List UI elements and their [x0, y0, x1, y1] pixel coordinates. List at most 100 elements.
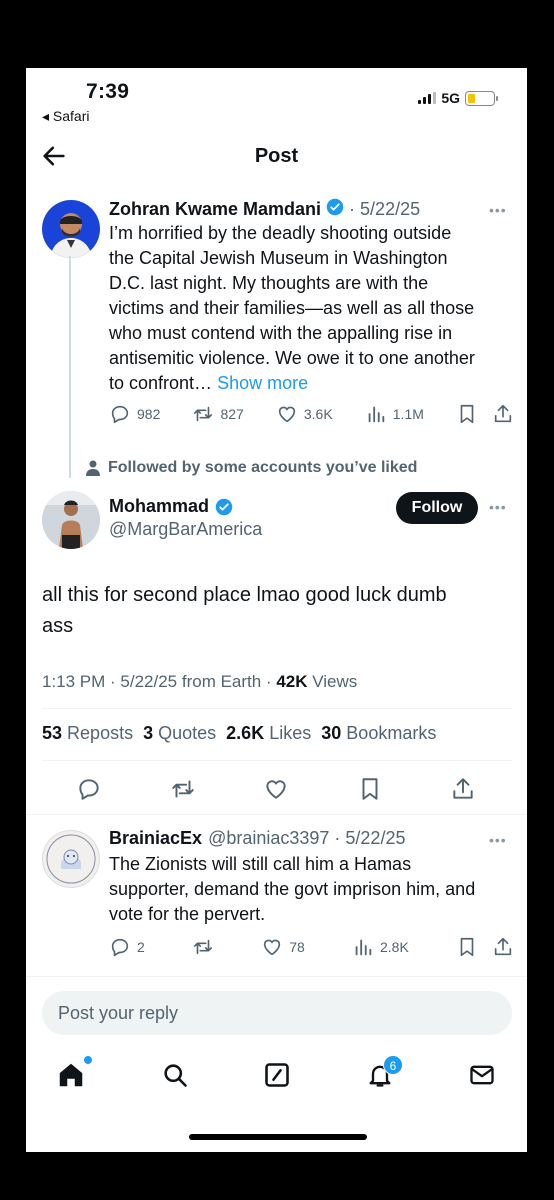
quotes-stat[interactable]: 3 Quotes — [143, 723, 216, 744]
share-icon[interactable] — [492, 936, 514, 958]
more-options-icon[interactable]: ••• — [489, 202, 507, 218]
author-name[interactable]: Zohran Kwame Mamdani — [109, 199, 321, 220]
network-label: 5G — [441, 90, 460, 106]
more-options-icon[interactable]: ••• — [489, 832, 507, 848]
reply-button[interactable]: 982 — [109, 403, 160, 425]
heart-icon — [264, 939, 281, 956]
reply-count: 982 — [137, 406, 161, 422]
reply-post-text: The Zionists will still call him a Hamas… — [109, 852, 519, 927]
search-icon[interactable] — [161, 1061, 189, 1089]
notification-badge: 6 — [383, 1055, 403, 1075]
reply-input[interactable]: Post your reply — [42, 991, 512, 1035]
compose-icon[interactable] — [263, 1061, 291, 1089]
reposts-stat[interactable]: 53 Reposts — [42, 723, 133, 744]
views-label: Views — [307, 672, 358, 691]
post-line: victims and their families—as well as al… — [109, 298, 475, 318]
post-date: · 5/22/25 — [349, 199, 421, 219]
bottom-nav — [56, 1060, 496, 1090]
avatar-mamdani[interactable] — [42, 200, 100, 258]
likes-stat[interactable]: 2.6K Likes — [226, 723, 311, 744]
bookmarks-stat[interactable]: 30 Bookmarks — [321, 723, 436, 744]
views-chart-icon — [368, 406, 385, 423]
author-name[interactable]: BrainiacEx — [109, 828, 202, 849]
views-button[interactable]: 1.1M — [365, 403, 424, 425]
post-line: vote for the pervert. — [109, 904, 266, 924]
status-time: 7:39 — [86, 80, 130, 103]
bookmark-icon[interactable] — [456, 936, 478, 958]
post-line: antisemitic violence. We owe it to one a… — [109, 348, 475, 368]
parent-post-actions: 982 827 3.6K 1.1M — [109, 403, 514, 425]
author-name[interactable]: Mohammad — [109, 496, 209, 517]
social-context: Followed by some accounts you’ve liked — [86, 459, 417, 477]
post-line: supporter, demand the govt imprison him,… — [109, 879, 476, 899]
heart-icon — [278, 406, 296, 423]
repost-button[interactable]: 827 — [192, 403, 244, 425]
show-more-link[interactable]: Show more — [217, 373, 308, 393]
like-button[interactable]: 78 — [261, 936, 305, 958]
quotes-stat-count: 3 — [143, 723, 154, 743]
share-icon[interactable] — [450, 776, 476, 802]
signal-icon — [418, 92, 437, 104]
heart-icon[interactable] — [263, 776, 289, 802]
home-icon[interactable] — [56, 1060, 86, 1090]
quotes-stat-label: Quotes — [158, 723, 217, 743]
verified-badge-icon — [215, 498, 233, 515]
thread-line — [69, 256, 71, 478]
likes-stat-count: 2.6K — [226, 723, 265, 743]
post-line: I’m horrified by the deadly shooting out… — [109, 223, 452, 243]
post-meta: 1:13 PM · 5/22/25 from Earth · 42K Views — [42, 672, 357, 692]
reply-post-actions: 2 78 2.8K — [109, 936, 514, 958]
post-line: to confront… — [109, 373, 218, 393]
repost-icon — [193, 939, 213, 955]
messages-envelope-icon[interactable] — [468, 1061, 496, 1089]
app-screen: 7:39 ◂ Safari 5G Post Zohran Kwame Mamda… — [26, 68, 527, 1152]
author-handle[interactable]: @MargBarAmerica — [109, 519, 262, 540]
divider — [42, 708, 512, 709]
bookmark-icon[interactable] — [357, 776, 383, 802]
handle-date: @brainiac3397 · 5/22/25 — [208, 828, 406, 848]
post-timestamp: 1:13 PM · 5/22/25 from Earth · — [42, 672, 277, 691]
post-line: all this for second place lmao good luck… — [42, 584, 447, 606]
reply-icon — [111, 405, 129, 424]
divider — [26, 814, 527, 815]
reply-count: 2 — [137, 939, 145, 955]
parent-post-extra-actions — [456, 403, 514, 425]
reposts-stat-count: 53 — [42, 723, 63, 743]
post-stats: 53 Reposts 3 Quotes 2.6K Likes 30 Bookma… — [42, 723, 436, 744]
views-total: 42K — [276, 672, 308, 691]
parent-post-text: I’m horrified by the deadly shooting out… — [109, 221, 519, 396]
post-line: the Capital Jewish Museum in Washington — [109, 248, 448, 268]
views-count: 1.1M — [392, 406, 424, 422]
verified-badge-icon — [326, 198, 344, 221]
bookmark-icon[interactable] — [456, 403, 478, 425]
main-post-header: Mohammad — [109, 496, 233, 517]
repost-button[interactable] — [192, 936, 214, 958]
reply-post-header: BrainiacEx @brainiac3397 · 5/22/25 — [109, 828, 405, 849]
share-icon[interactable] — [492, 403, 514, 425]
more-options-icon[interactable]: ••• — [489, 499, 507, 515]
main-post-actions — [76, 776, 476, 802]
avatar-brainiacex[interactable] — [42, 830, 100, 888]
views-button[interactable]: 2.8K — [352, 936, 409, 958]
reply-icon[interactable] — [76, 776, 102, 802]
like-button[interactable]: 3.6K — [276, 403, 333, 425]
follow-button[interactable]: Follow — [396, 492, 478, 524]
home-indicator[interactable] — [189, 1134, 367, 1140]
home-unread-dot — [84, 1056, 92, 1064]
parent-post-header: Zohran Kwame Mamdani · 5/22/25 — [109, 198, 420, 221]
repost-icon[interactable] — [170, 776, 196, 802]
views-count: 2.8K — [379, 939, 409, 955]
back-to-safari[interactable]: ◂ Safari — [42, 108, 90, 125]
like-count: 3.6K — [303, 406, 333, 422]
divider — [26, 976, 527, 977]
reply-post-extra-actions — [456, 936, 514, 958]
reply-icon — [111, 938, 129, 957]
views-chart-icon — [355, 939, 372, 956]
post-line: who must contend with the appalling rise… — [109, 323, 453, 343]
post-line: ass — [42, 615, 74, 637]
reply-button[interactable]: 2 — [109, 936, 145, 958]
repost-count: 827 — [220, 406, 244, 422]
avatar-mohammad[interactable] — [42, 491, 100, 549]
likes-stat-label: Likes — [269, 723, 312, 743]
like-count: 78 — [289, 939, 305, 955]
